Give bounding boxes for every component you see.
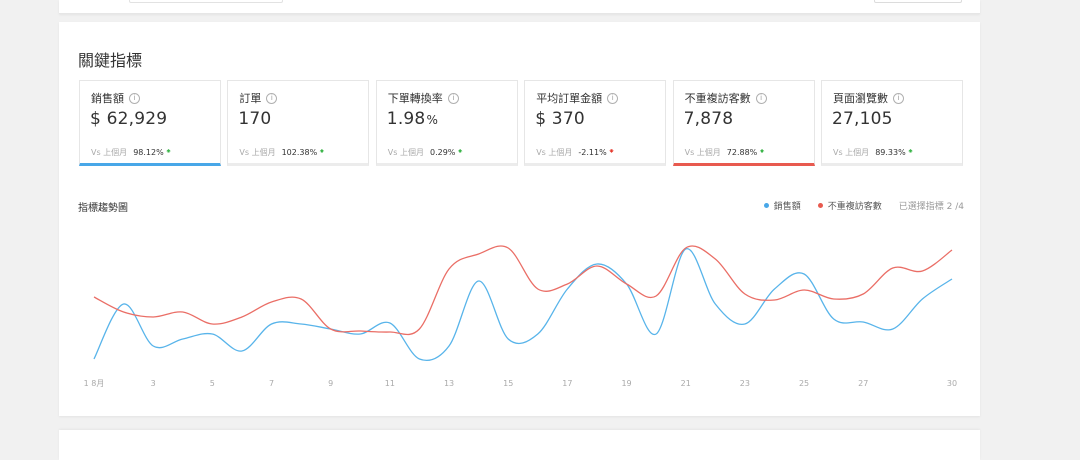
trend-chart: 1 8月 3 5 7 9 11 13 15 17 19 21 23 25 27 30: [84, 245, 957, 388]
x-tick-label: 15: [503, 379, 513, 388]
key-metrics-card: 關鍵指標 銷售額 i $ 62,929 Vs 上個月 98.12% 🠹 訂單 i 170 Vs 上…: [59, 22, 980, 416]
bottom-card: [59, 430, 980, 460]
x-tick-label: 19: [621, 379, 631, 388]
x-tick-label: 3: [151, 379, 156, 388]
x-tick-label: 9: [328, 379, 333, 388]
top-input-remnant[interactable]: [129, 0, 283, 3]
x-tick-label: 1 8月: [84, 379, 105, 388]
x-tick-label: 5: [210, 379, 215, 388]
series-line-visitors[interactable]: [93, 245, 953, 336]
x-tick-label: 27: [858, 379, 868, 388]
top-button-remnant[interactable]: [874, 0, 962, 3]
x-tick-label: 23: [740, 379, 750, 388]
series-line-sales[interactable]: [93, 248, 953, 362]
top-card: [59, 0, 980, 14]
x-tick-label: 30: [947, 379, 957, 388]
x-tick-label: 17: [562, 379, 572, 388]
x-tick-label: 7: [269, 379, 274, 388]
x-tick-label: 13: [444, 379, 454, 388]
x-tick-label: 25: [799, 379, 809, 388]
x-tick-label: 11: [385, 379, 395, 388]
x-tick-label: 21: [681, 379, 691, 388]
